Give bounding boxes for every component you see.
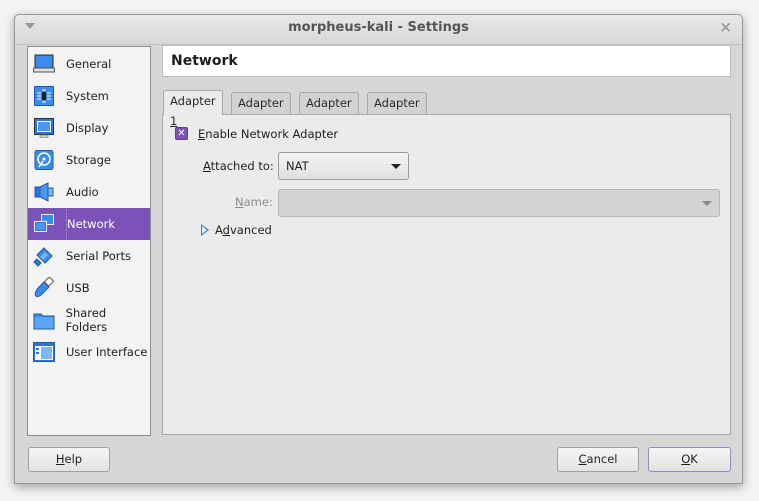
title-bar[interactable]: morpheus-kali - Settings × xyxy=(15,15,742,45)
page-header: Network xyxy=(162,45,731,77)
button-label: K xyxy=(690,452,698,466)
adapter-panel: ✕ Enable Network Adapter Attached to: NA… xyxy=(162,114,731,435)
mnemonic: A xyxy=(203,159,211,173)
label-text: A xyxy=(215,223,223,237)
disk-icon xyxy=(32,149,56,171)
cancel-button[interactable]: Cancel xyxy=(557,447,639,472)
chevron-down-icon xyxy=(391,164,401,169)
sidebar-item-label: USB xyxy=(66,281,90,295)
folder-icon xyxy=(32,309,56,331)
sidebar-item-label: Storage xyxy=(66,153,111,167)
usb-icon xyxy=(32,277,56,299)
sidebar-item-user-interface[interactable]: User Interface xyxy=(28,336,150,368)
tab-label: Adapter xyxy=(170,94,216,108)
attached-to-select[interactable]: NAT xyxy=(278,152,409,180)
tab-mnemonic: 1 xyxy=(170,114,178,128)
tab-adapter-3[interactable]: Adapter 3 xyxy=(299,92,359,130)
close-icon[interactable]: × xyxy=(719,18,732,36)
sidebar-item-network[interactable]: Network xyxy=(28,208,150,240)
settings-category-list: General System Display Storage Audio Net… xyxy=(27,46,151,436)
mnemonic: C xyxy=(578,452,587,466)
sidebar-item-general[interactable]: General xyxy=(28,48,150,80)
sidebar-item-label: User Interface xyxy=(66,345,148,359)
attached-to-value: NAT xyxy=(286,159,309,173)
sidebar-item-shared-folders[interactable]: Shared Folders xyxy=(28,304,150,336)
tab-label: Adapter xyxy=(306,96,352,110)
sidebar-item-label: General xyxy=(66,57,112,71)
name-label: Name: xyxy=(235,195,273,209)
label-text: ame: xyxy=(243,195,273,209)
sidebar-item-audio[interactable]: Audio xyxy=(28,176,150,208)
attached-to-label: Attached to: xyxy=(203,159,274,173)
advanced-label: Advanced xyxy=(215,223,272,237)
name-select xyxy=(278,189,720,217)
serial-port-icon xyxy=(32,245,56,267)
tab-label: Adapter xyxy=(374,96,420,110)
label-text: ttached to: xyxy=(210,159,274,173)
tab-adapter-2[interactable]: Adapter 2 xyxy=(231,92,291,130)
sidebar-item-storage[interactable]: Storage xyxy=(28,144,150,176)
advanced-toggle[interactable]: Advanced xyxy=(201,223,272,237)
speaker-icon xyxy=(32,181,56,203)
ok-button[interactable]: OK xyxy=(648,447,731,472)
display-icon xyxy=(32,117,56,139)
sidebar-item-label: Shared Folders xyxy=(65,306,108,334)
sidebar-item-label: Network xyxy=(66,209,115,239)
expand-arrow-icon xyxy=(201,224,209,236)
mnemonic: d xyxy=(222,223,230,237)
mnemonic: N xyxy=(235,195,244,209)
sidebar-item-label: Display xyxy=(66,121,109,135)
chip-icon xyxy=(32,85,56,107)
sidebar-item-label: System xyxy=(66,89,109,103)
sidebar-item-label: Audio xyxy=(66,185,99,199)
sidebar-item-usb[interactable]: USB xyxy=(28,272,150,304)
network-icon xyxy=(32,213,56,235)
monitor-laptop-icon xyxy=(32,53,56,75)
user-interface-icon xyxy=(32,341,56,363)
settings-dialog: morpheus-kali - Settings × General Syste… xyxy=(14,14,743,484)
label-text: vanced xyxy=(229,223,272,237)
chevron-down-icon xyxy=(702,201,712,206)
mnemonic: H xyxy=(55,452,65,466)
button-label: ancel xyxy=(586,452,618,466)
label-text: nable Network Adapter xyxy=(205,127,339,141)
sidebar-item-display[interactable]: Display xyxy=(28,112,150,144)
sidebar-item-label: Serial Ports xyxy=(66,249,131,263)
button-label: elp xyxy=(64,452,83,466)
page-title: Network xyxy=(171,53,238,69)
sidebar-item-serial-ports[interactable]: Serial Ports xyxy=(28,240,150,272)
tab-label: Adapter xyxy=(238,96,284,110)
tab-adapter-1[interactable]: Adapter 1 xyxy=(163,90,223,128)
help-button[interactable]: Help xyxy=(28,447,110,472)
sidebar-item-system[interactable]: System xyxy=(28,80,150,112)
window-title: morpheus-kali - Settings xyxy=(288,20,469,35)
tab-adapter-4[interactable]: Adapter 4 xyxy=(367,92,427,130)
enable-adapter-label[interactable]: Enable Network Adapter xyxy=(198,127,338,141)
mnemonic: O xyxy=(681,452,691,466)
